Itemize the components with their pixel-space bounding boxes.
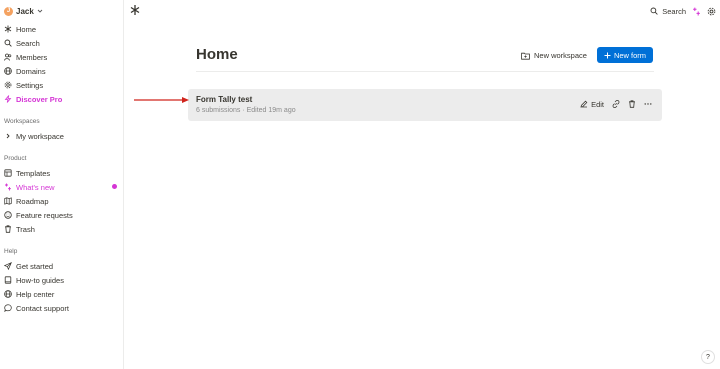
sidebar-item-label: Templates: [16, 168, 51, 178]
sidebar-item-home[interactable]: Home: [4, 23, 36, 35]
sidebar-item-get-started[interactable]: Get started: [4, 260, 53, 272]
search-icon: [4, 39, 12, 47]
top-toolbar: Search: [650, 4, 716, 18]
avatar: J: [4, 6, 13, 16]
sparkle-icon[interactable]: [692, 7, 701, 16]
new-form-button[interactable]: New form: [597, 47, 653, 63]
sidebar-item-label: Domains: [16, 66, 46, 76]
sidebar-item-label: How-to guides: [16, 275, 64, 285]
members-icon: [4, 53, 12, 61]
sidebar-item-label: Help center: [16, 289, 55, 299]
logo-star-icon[interactable]: [130, 4, 140, 16]
book-icon: [4, 276, 12, 284]
new-workspace-label: New workspace: [534, 51, 587, 60]
plus-icon: [604, 52, 611, 59]
notification-dot: [112, 184, 117, 189]
templates-icon: [4, 169, 12, 177]
sidebar-item-help-center[interactable]: Help center: [4, 288, 54, 300]
form-actions: Edit: [580, 98, 652, 110]
sidebar-item-label: Trash: [16, 224, 35, 234]
globe-icon: [4, 290, 12, 298]
sidebar-item-label: Roadmap: [16, 196, 49, 206]
sidebar-item-label: What's new: [16, 182, 55, 192]
star-icon: [4, 25, 12, 33]
sidebar-item-domains[interactable]: Domains: [4, 65, 46, 77]
edit-label: Edit: [591, 99, 604, 109]
help-button[interactable]: ?: [701, 350, 715, 364]
sidebar-item-roadmap[interactable]: Roadmap: [4, 195, 49, 207]
edit-button[interactable]: Edit: [580, 100, 604, 109]
section-heading-help: Help: [4, 248, 18, 255]
more-options-icon[interactable]: [644, 100, 652, 108]
sidebar-item-my-workspace[interactable]: My workspace: [4, 130, 64, 142]
divider: [196, 71, 654, 72]
page-title: Home: [196, 46, 238, 63]
section-heading-product: Product: [4, 155, 27, 162]
sidebar-item-feature-requests[interactable]: Feature requests: [4, 209, 73, 221]
sidebar-item-label: Search: [16, 38, 40, 48]
form-card[interactable]: Form Tally test 6 submissions · Edited 1…: [188, 89, 662, 121]
sidebar-item-label: Discover Pro: [16, 94, 63, 104]
sidebar-item-label: Get started: [16, 261, 54, 271]
gear-icon: [4, 81, 12, 89]
sidebar-item-discover-pro[interactable]: Discover Pro: [4, 93, 62, 105]
sidebar-item-trash[interactable]: Trash: [4, 223, 35, 235]
link-icon[interactable]: [612, 100, 620, 108]
sidebar-item-contact-support[interactable]: Contact support: [4, 302, 69, 314]
search-label: Search: [662, 6, 686, 16]
chevron-down-icon: [37, 8, 43, 14]
search-button[interactable]: Search: [650, 7, 686, 16]
send-icon: [4, 262, 12, 270]
sidebar-item-label: Members: [16, 52, 48, 62]
chat-icon: [4, 304, 12, 312]
new-workspace-button[interactable]: New workspace: [521, 50, 587, 61]
sidebar-item-label: Feature requests: [16, 210, 73, 220]
form-meta: 6 submissions · Edited 19m ago: [196, 107, 296, 114]
sparkle-icon: [4, 183, 12, 191]
new-form-label: New form: [613, 50, 647, 60]
section-heading-workspaces: Workspaces: [4, 118, 40, 125]
user-menu[interactable]: J Jack: [4, 4, 43, 18]
smile-icon: [4, 211, 12, 219]
sidebar-item-whats-new[interactable]: What's new: [4, 181, 55, 193]
sidebar-item-settings[interactable]: Settings: [4, 79, 43, 91]
gear-icon[interactable]: [707, 7, 716, 16]
sidebar-item-label: Home: [16, 24, 37, 34]
chevron-right-icon: [4, 132, 12, 140]
globe-icon: [4, 67, 12, 75]
pencil-icon: [580, 100, 588, 108]
sidebar-item-label: Settings: [16, 80, 44, 90]
sidebar-item-templates[interactable]: Templates: [4, 167, 50, 179]
sidebar: J Jack Home Search Members Domains Setti…: [0, 0, 124, 369]
sidebar-item-search[interactable]: Search: [4, 37, 40, 49]
annotation-arrow: [134, 96, 190, 104]
user-name: Jack: [16, 6, 34, 16]
trash-icon[interactable]: [628, 100, 636, 108]
sidebar-item-members[interactable]: Members: [4, 51, 47, 63]
search-icon: [650, 7, 658, 15]
folder-plus-icon: [521, 52, 530, 60]
bolt-icon: [4, 95, 12, 103]
form-name[interactable]: Form Tally test: [196, 95, 252, 104]
sidebar-item-label: My workspace: [16, 131, 64, 141]
map-icon: [4, 197, 12, 205]
trash-icon: [4, 225, 12, 233]
sidebar-item-how-to-guides[interactable]: How-to guides: [4, 274, 64, 286]
sidebar-item-label: Contact support: [16, 303, 69, 313]
